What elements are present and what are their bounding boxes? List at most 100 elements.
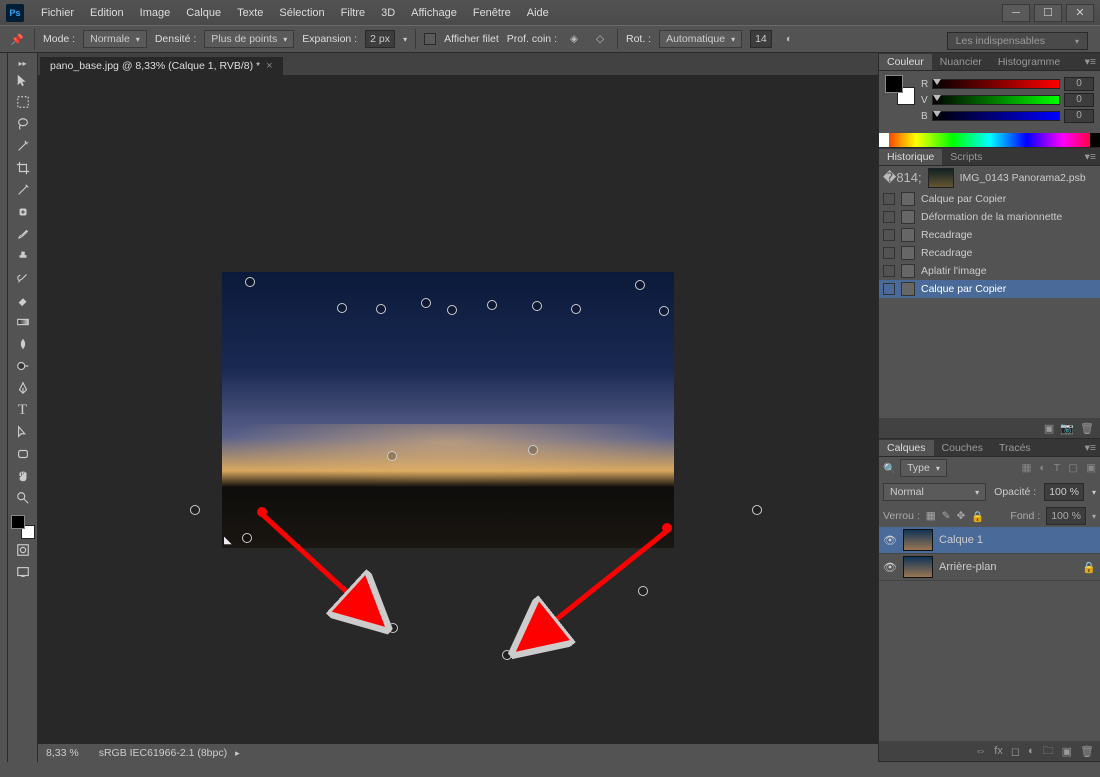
lasso-tool[interactable] — [11, 113, 35, 135]
dodge-tool[interactable] — [11, 355, 35, 377]
workspace-dropdown[interactable]: Les indispensables▾ — [947, 32, 1088, 50]
history-snapshot[interactable]: �814; IMG_0143 Panorama2.psb — [879, 166, 1100, 190]
panel-menu-icon[interactable]: ▾≡ — [1081, 442, 1100, 454]
filter-shape-icon[interactable]: ▢ — [1068, 462, 1078, 474]
tab-paths[interactable]: Tracés — [991, 440, 1039, 456]
zoom-status[interactable]: 8,33 % — [46, 747, 79, 759]
puppet-pin[interactable] — [387, 451, 397, 461]
puppet-pin[interactable] — [421, 298, 431, 308]
tab-histogram[interactable]: Histogramme — [990, 54, 1068, 70]
menu-file[interactable]: Fichier — [34, 4, 81, 22]
close-button[interactable]: ✕ — [1066, 4, 1094, 22]
wand-tool[interactable] — [11, 135, 35, 157]
menu-selection[interactable]: Sélection — [272, 4, 331, 22]
menu-image[interactable]: Image — [133, 4, 178, 22]
link-icon[interactable]: ⇔ — [975, 745, 986, 757]
tab-channels[interactable]: Couches — [934, 440, 991, 456]
puppet-pin[interactable] — [635, 280, 645, 290]
collapse-icon[interactable]: ▸▸ — [11, 57, 35, 69]
puppet-pin[interactable] — [242, 533, 252, 543]
red-value[interactable]: 0 — [1064, 77, 1094, 91]
menu-text[interactable]: Texte — [230, 4, 270, 22]
tab-close-icon[interactable]: × — [266, 60, 272, 72]
expansion-field[interactable]: 2 px — [365, 30, 395, 48]
menu-edit[interactable]: Edition — [83, 4, 131, 22]
crop-tool[interactable] — [11, 157, 35, 179]
lock-transparent-icon[interactable]: ▦ — [926, 510, 936, 522]
filter-adjust-icon[interactable]: ◐ — [1039, 462, 1045, 474]
tab-layers[interactable]: Calques — [879, 440, 934, 456]
visibility-icon[interactable]: 👁 — [883, 534, 897, 547]
puppet-pin[interactable] — [528, 445, 538, 455]
fill-field[interactable]: 100 % — [1046, 507, 1086, 525]
panel-menu-icon[interactable]: ▾≡ — [1081, 56, 1100, 68]
layer-name[interactable]: Arrière-plan — [939, 561, 996, 573]
group-icon[interactable]: 🗀 — [1043, 742, 1054, 761]
green-value[interactable]: 0 — [1064, 93, 1094, 107]
slider-red[interactable] — [932, 79, 1060, 89]
stamp-tool[interactable] — [11, 245, 35, 267]
mask-icon[interactable]: ◻ — [1011, 745, 1020, 758]
puppet-pin[interactable] — [752, 505, 762, 515]
hand-tool[interactable] — [11, 465, 35, 487]
menu-window[interactable]: Fenêtre — [466, 4, 518, 22]
lock-position-icon[interactable]: ✥ — [957, 510, 966, 522]
puppet-pin[interactable] — [376, 304, 386, 314]
tab-scripts[interactable]: Scripts — [942, 149, 990, 165]
puppet-pin[interactable] — [190, 505, 200, 515]
filter-smart-icon[interactable]: ▣ — [1086, 462, 1096, 474]
minimize-button[interactable]: ─ — [1002, 4, 1030, 22]
history-item[interactable]: Aplatir l'image — [879, 262, 1100, 280]
puppet-pin[interactable] — [532, 301, 542, 311]
slider-green[interactable] — [932, 95, 1060, 105]
puppet-pin[interactable] — [337, 303, 347, 313]
color-swatches[interactable] — [11, 515, 35, 539]
lock-all-icon[interactable]: 🔒 — [971, 510, 984, 523]
camera-icon[interactable]: 📷 — [1060, 422, 1074, 435]
rot-dropdown[interactable]: Automatique▾ — [659, 30, 742, 48]
marquee-tool[interactable] — [11, 91, 35, 113]
mode-dropdown[interactable]: Normale▾ — [83, 30, 147, 48]
opacity-field[interactable]: 100 % — [1044, 483, 1084, 501]
layer-row[interactable]: 👁 Arrière-plan 🔒 — [879, 554, 1100, 581]
maximize-button[interactable]: ☐ — [1034, 4, 1062, 22]
history-item[interactable]: Recadrage — [879, 226, 1100, 244]
color-panel-swatches[interactable] — [885, 75, 915, 105]
layer-row[interactable]: 👁 Calque 1 — [879, 527, 1100, 554]
spectrum-bar[interactable] — [879, 133, 1100, 147]
puppet-pin[interactable] — [659, 306, 669, 316]
viewport[interactable]: ◣ — [38, 75, 878, 744]
pen-tool[interactable] — [11, 377, 35, 399]
new-layer-icon[interactable]: ▣ — [1062, 745, 1072, 758]
menu-view[interactable]: Affichage — [404, 4, 464, 22]
tool-preset-icon[interactable]: 📌 — [8, 30, 26, 48]
puppet-pin[interactable] — [447, 305, 457, 315]
menu-filter[interactable]: Filtre — [334, 4, 372, 22]
zoom-tool[interactable] — [11, 487, 35, 509]
move-tool[interactable] — [11, 69, 35, 91]
delete-layer-icon[interactable]: 🗑 — [1080, 745, 1094, 758]
adjust-icon[interactable]: ◐ — [1028, 745, 1035, 757]
delete-icon[interactable]: 🗑 — [1080, 422, 1094, 435]
layer-name[interactable]: Calque 1 — [939, 534, 983, 546]
blend-mode-dropdown[interactable]: Normal▾ — [883, 483, 986, 501]
menu-help[interactable]: Aide — [520, 4, 556, 22]
quickmask-tool[interactable] — [11, 539, 35, 561]
puppet-pin[interactable] — [245, 277, 255, 287]
history-item[interactable]: Recadrage — [879, 244, 1100, 262]
new-snapshot-icon[interactable]: ▣ — [1044, 422, 1054, 435]
slider-blue[interactable] — [932, 111, 1060, 121]
depth-back-icon[interactable]: ◇ — [591, 30, 609, 48]
menu-3d[interactable]: 3D — [374, 4, 402, 22]
filter-pixel-icon[interactable]: ▦ — [1021, 462, 1031, 474]
history-item[interactable]: Calque par Copier — [879, 190, 1100, 208]
fx-icon[interactable]: fx — [994, 745, 1003, 757]
brush-tool[interactable] — [11, 223, 35, 245]
puppet-pin[interactable] — [571, 304, 581, 314]
layer-filter-dropdown[interactable]: Type▾ — [900, 459, 947, 477]
path-select-tool[interactable] — [11, 421, 35, 443]
healing-tool[interactable] — [11, 201, 35, 223]
type-tool[interactable]: T — [11, 399, 35, 421]
tab-history[interactable]: Historique — [879, 149, 942, 165]
visibility-icon[interactable]: 👁 — [883, 561, 897, 574]
